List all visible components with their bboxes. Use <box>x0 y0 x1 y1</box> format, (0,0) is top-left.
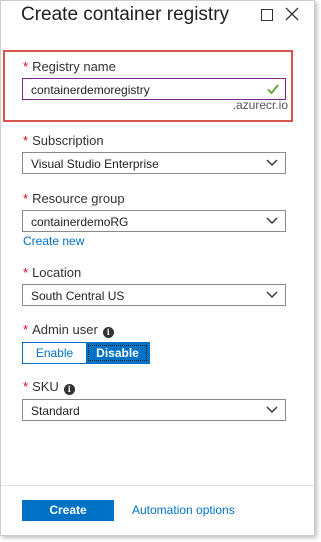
footer-divider <box>1 485 314 486</box>
chevron-down-icon <box>266 406 278 413</box>
subscription-value: Visual Studio Enterprise <box>31 157 159 171</box>
required-marker: * <box>23 133 29 148</box>
enable-option[interactable]: Enable <box>23 343 86 363</box>
required-marker: * <box>23 59 29 74</box>
chevron-down-icon <box>266 159 278 166</box>
resource-group-label: * Resource group <box>23 191 125 206</box>
registry-name-input[interactable]: containerdemoregistry <box>22 78 286 100</box>
close-icon[interactable] <box>285 7 301 23</box>
disable-option[interactable]: Disable <box>86 343 149 363</box>
create-button[interactable]: Create <box>22 500 114 521</box>
subscription-select[interactable]: Visual Studio Enterprise <box>22 152 286 174</box>
resource-group-select[interactable]: containerdemoRG <box>22 210 286 232</box>
sku-value: Standard <box>31 404 80 418</box>
location-select[interactable]: South Central US <box>22 284 286 306</box>
registry-name-label: * Registry name <box>23 59 116 74</box>
sku-select[interactable]: Standard <box>22 399 286 421</box>
chevron-down-icon <box>266 217 278 224</box>
automation-options-link[interactable]: Automation options <box>132 503 235 517</box>
admin-user-label: * Admin user i <box>23 322 114 338</box>
chevron-down-icon <box>266 291 278 298</box>
registry-suffix: .azurecr.io <box>232 98 288 112</box>
required-marker: * <box>23 191 29 206</box>
location-value: South Central US <box>31 289 125 303</box>
location-label: * Location <box>23 265 82 280</box>
resource-group-value: containerdemoRG <box>31 215 129 229</box>
info-icon[interactable]: i <box>102 327 114 338</box>
create-registry-blade: Create container registry * Registry name… <box>0 0 315 536</box>
registry-name-value: containerdemoregistry <box>31 83 150 97</box>
required-marker: * <box>23 379 29 394</box>
create-new-link[interactable]: Create new <box>23 234 84 248</box>
admin-user-toggle: Enable Disable <box>22 342 150 364</box>
checkmark-icon <box>267 84 279 95</box>
maximize-icon[interactable] <box>259 7 275 23</box>
blade-title: Create container registry <box>21 4 230 25</box>
subscription-label: * Subscription <box>23 133 104 148</box>
required-marker: * <box>23 322 29 337</box>
required-marker: * <box>23 265 29 280</box>
info-icon[interactable]: i <box>63 384 75 395</box>
sku-label: * SKU i <box>23 379 75 395</box>
